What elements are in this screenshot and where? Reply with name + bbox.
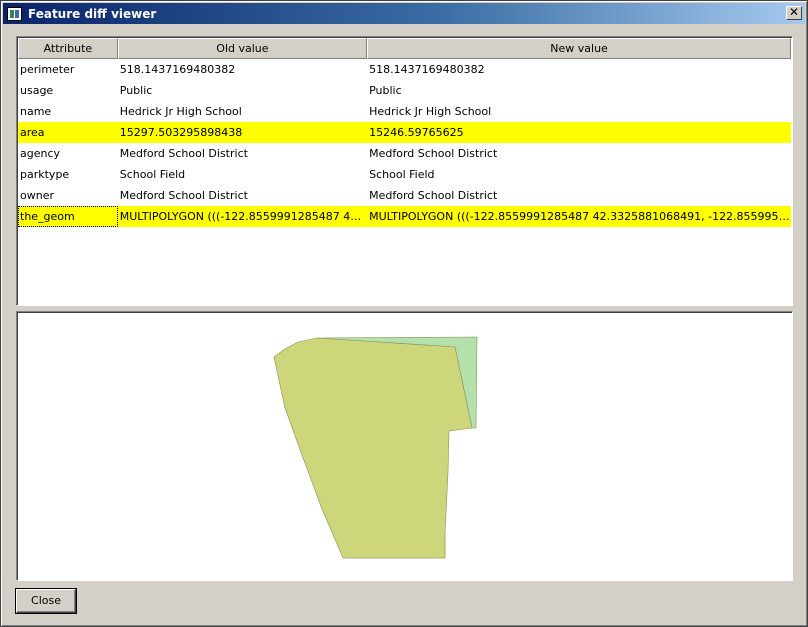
window-title: Feature diff viewer bbox=[28, 6, 157, 21]
app-icon bbox=[7, 6, 22, 21]
table-row[interactable]: perimeter 518.1437169480382 518.14371694… bbox=[18, 59, 791, 80]
cell-old-value: MULTIPOLYGON (((-122.8559991285487 42.33… bbox=[119, 210, 368, 223]
header-attribute[interactable]: Attribute bbox=[18, 38, 118, 59]
cell-new-value: School Field bbox=[369, 168, 435, 181]
close-button[interactable]: Close bbox=[16, 589, 76, 613]
geometry-canvas bbox=[273, 336, 478, 559]
cell-old-value: 518.1437169480382 bbox=[119, 63, 236, 76]
cell-attribute: usage bbox=[20, 84, 54, 97]
table-row[interactable]: agency Medford School District Medford S… bbox=[18, 143, 791, 164]
attribute-diff-table: Attribute Old value New value perimeter … bbox=[16, 36, 793, 306]
cell-attribute: name bbox=[20, 105, 52, 118]
header-new-value[interactable]: New value bbox=[367, 38, 792, 59]
cell-new-value: MULTIPOLYGON (((-122.8559991285487 42.33… bbox=[369, 210, 791, 223]
cell-attribute: owner bbox=[20, 189, 54, 202]
table-body: perimeter 518.1437169480382 518.14371694… bbox=[18, 59, 791, 227]
header-old-value[interactable]: Old value bbox=[117, 38, 368, 59]
cell-attribute: perimeter bbox=[20, 63, 75, 76]
table-row[interactable]: owner Medford School District Medford Sc… bbox=[18, 185, 791, 206]
cell-attribute: area bbox=[20, 126, 45, 139]
cell-new-value: Public bbox=[369, 84, 402, 97]
cell-old-value: Medford School District bbox=[119, 147, 248, 160]
cell-old-value: 15297.503295898438 bbox=[119, 126, 243, 139]
cell-attribute: the_geom bbox=[18, 206, 118, 227]
cell-attribute: parktype bbox=[20, 168, 70, 181]
cell-new-value: Hedrick Jr High School bbox=[369, 105, 492, 118]
cell-old-value: Public bbox=[119, 84, 153, 97]
table-row-changed[interactable]: area 15297.503295898438 15246.59765625 bbox=[18, 122, 791, 143]
cell-new-value: Medford School District bbox=[369, 189, 498, 202]
cell-new-value: 518.1437169480382 bbox=[369, 63, 485, 76]
table-row-changed[interactable]: the_geom MULTIPOLYGON (((-122.8559991285… bbox=[18, 206, 791, 227]
table-header: Attribute Old value New value bbox=[18, 38, 792, 59]
geometry-preview[interactable] bbox=[16, 311, 793, 581]
title-bar[interactable]: Feature diff viewer ✕ bbox=[3, 3, 805, 24]
cell-old-value: Hedrick Jr High School bbox=[119, 105, 242, 118]
cell-old-value: Medford School District bbox=[119, 189, 248, 202]
table-row[interactable]: usage Public Public bbox=[18, 80, 791, 101]
cell-new-value: Medford School District bbox=[369, 147, 498, 160]
table-row[interactable]: parktype School Field School Field bbox=[18, 164, 791, 185]
cell-new-value: 15246.59765625 bbox=[369, 126, 464, 139]
table-row[interactable]: name Hedrick Jr High School Hedrick Jr H… bbox=[18, 101, 791, 122]
close-icon[interactable]: ✕ bbox=[786, 6, 802, 20]
cell-attribute: agency bbox=[20, 147, 61, 160]
cell-old-value: School Field bbox=[119, 168, 186, 181]
feature-diff-window: Feature diff viewer ✕ Attribute Old valu… bbox=[0, 0, 808, 627]
geometry-overlap-area bbox=[273, 337, 473, 559]
